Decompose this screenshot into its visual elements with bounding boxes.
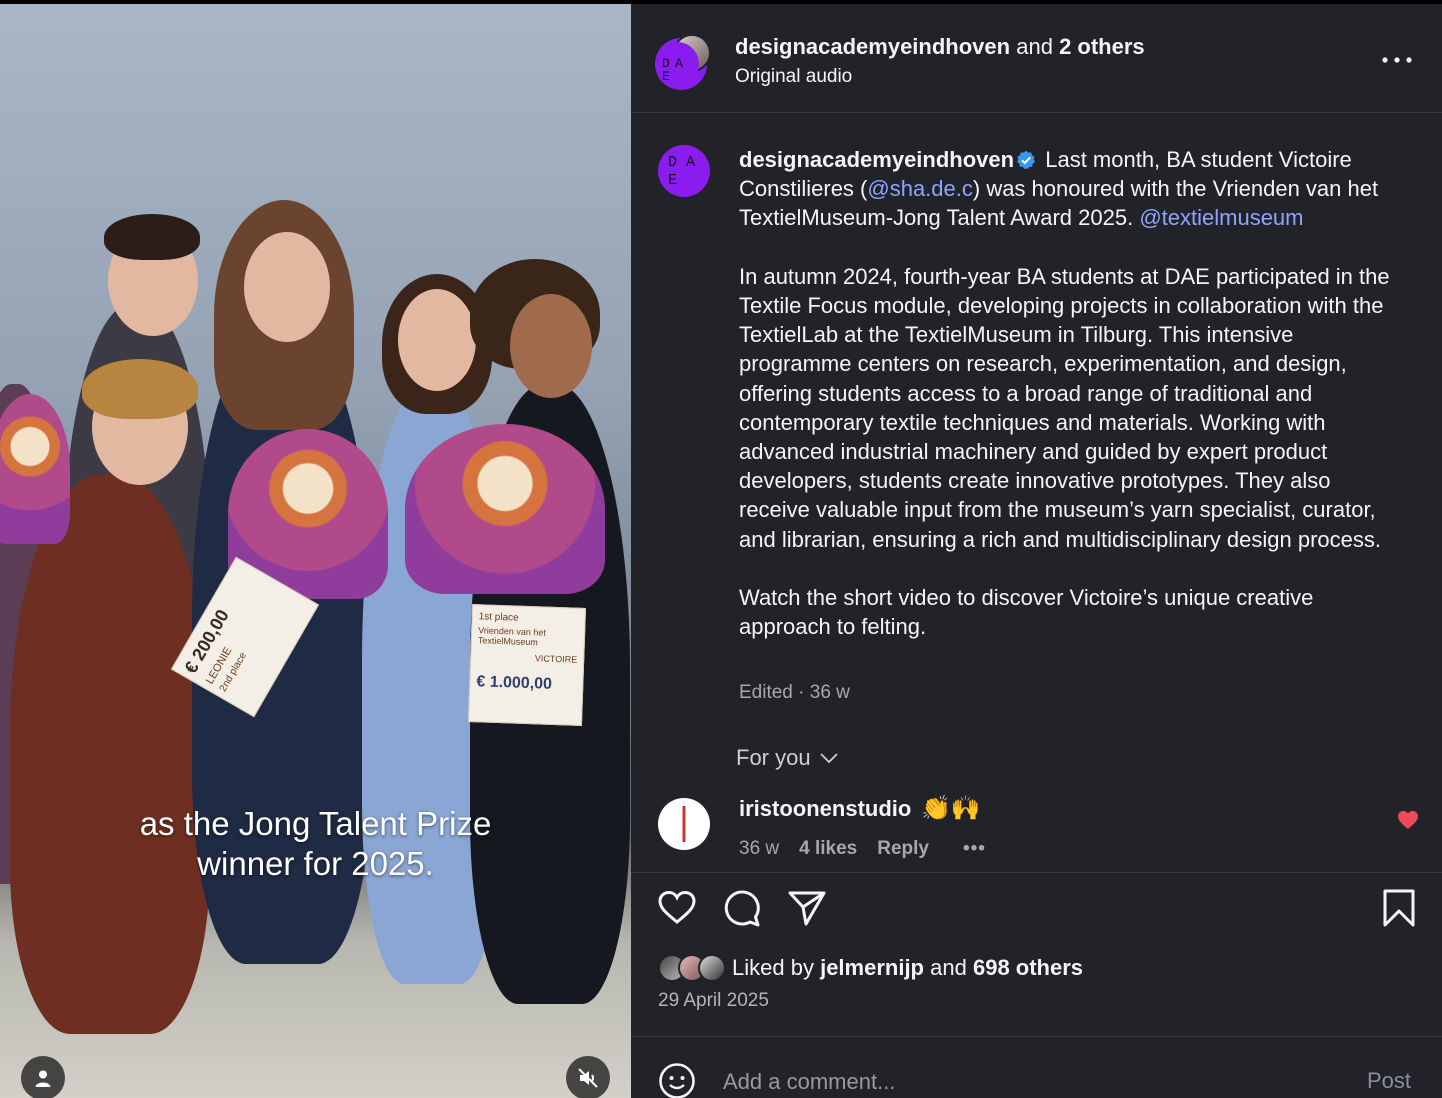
comment-meta: 36 w 4 likes Reply ••• xyxy=(739,838,986,860)
caption-paragraph: In autumn 2024, fourth-year BA students … xyxy=(739,263,1390,552)
person-front-left xyxy=(10,474,210,1034)
caption-username[interactable]: designacademyeindhoven xyxy=(739,147,1014,172)
caption-paragraph: Watch the short video to discover Victoi… xyxy=(739,585,1314,640)
video-subtitle: as the Jong Talent Prize winner for 2025… xyxy=(0,804,631,884)
mention-link[interactable]: @sha.de.c xyxy=(867,176,973,201)
subtitle-line: winner for 2025. xyxy=(197,845,434,882)
comment-age: 36 w xyxy=(739,838,780,859)
likes-summary: Liked by jelmernijp and 698 others xyxy=(658,954,1083,982)
hair xyxy=(104,214,200,260)
studio-logo-icon xyxy=(682,806,686,842)
header-and: and xyxy=(1016,34,1053,59)
cheque-org: Vrienden van het TextielMuseum xyxy=(477,625,547,648)
hair xyxy=(82,359,198,419)
mention-link[interactable]: @textielmuseum xyxy=(1139,205,1303,230)
post-comment-button[interactable]: Post xyxy=(1367,1068,1411,1094)
comment-liked-heart-icon[interactable] xyxy=(1397,810,1419,830)
liker-username[interactable]: jelmernijp xyxy=(820,955,924,980)
commenter-avatar[interactable] xyxy=(658,798,710,850)
comments-filter-label: For you xyxy=(736,745,811,770)
face xyxy=(510,294,592,398)
avatar-letter: A xyxy=(686,154,696,171)
user-icon xyxy=(35,1070,51,1087)
caption-paragraph: designacademyeindhoven Last month, BA st… xyxy=(739,145,1399,233)
comment-bubble-icon[interactable] xyxy=(722,888,762,928)
subtitle-line: as the Jong Talent Prize xyxy=(139,805,492,842)
audio-link[interactable]: Original audio xyxy=(735,66,852,88)
post-date[interactable]: 29 April 2025 xyxy=(658,990,769,1012)
actions-divider xyxy=(631,872,1442,873)
heart-icon[interactable] xyxy=(657,888,697,928)
reply-button[interactable]: Reply xyxy=(877,838,929,860)
send-icon[interactable] xyxy=(787,888,827,928)
comment-likes-link[interactable]: 4 likes xyxy=(799,838,857,860)
comments-filter-dropdown[interactable]: For you xyxy=(736,745,839,771)
post-details-panel: D A E D A E designacademyeindhoven and 2… xyxy=(631,4,1442,1098)
liker-avatar[interactable] xyxy=(698,954,726,982)
likes-and: and xyxy=(930,955,967,980)
face xyxy=(398,289,476,391)
cheque-amount: € 1.000,00 xyxy=(476,673,553,693)
comment-input[interactable] xyxy=(723,1066,1323,1098)
caption-avatar[interactable]: D A E xyxy=(658,145,710,197)
header-accounts[interactable]: designacademyeindhoven and 2 others xyxy=(735,34,1145,60)
comment-text: 👏🙌 xyxy=(921,794,981,822)
avatar-letter: E xyxy=(662,69,670,84)
more-options-button[interactable] xyxy=(1379,48,1415,72)
chevron-down-icon xyxy=(819,753,838,764)
bookmark-icon[interactable] xyxy=(1379,888,1419,928)
add-comment-bar: Post xyxy=(631,1044,1442,1098)
caption-timestamp: Edited · 36 w xyxy=(739,682,850,703)
avatar-letter: A xyxy=(675,56,683,71)
post-caption: designacademyeindhoven Last month, BA st… xyxy=(739,145,1399,641)
commenter-username[interactable]: iristoonenstudio xyxy=(739,796,911,822)
bouquet xyxy=(0,394,70,544)
avatar-letter: E xyxy=(668,172,678,189)
avatar-letter: D xyxy=(668,154,678,171)
more-horizontal-icon xyxy=(1382,57,1412,63)
comment-more-button[interactable]: ••• xyxy=(963,838,986,860)
cheque-name: VICTOIRE xyxy=(534,653,578,665)
muted-speaker-icon xyxy=(578,1068,598,1088)
header-divider xyxy=(631,112,1442,113)
video-player[interactable]: € 200,00 LEONIE 2nd place 1st place Vrie… xyxy=(0,4,631,1098)
likes-text[interactable]: Liked by jelmernijp and 698 others xyxy=(732,955,1083,981)
header-others-link[interactable]: 2 others xyxy=(1059,34,1145,59)
header-account-link[interactable]: designacademyeindhoven xyxy=(735,34,1010,59)
comment-box-divider xyxy=(631,1036,1442,1037)
bouquet xyxy=(405,424,605,594)
verified-badge-icon xyxy=(1017,150,1036,170)
face xyxy=(244,232,330,342)
likes-count-link[interactable]: 698 others xyxy=(973,955,1083,980)
tagged-users-button[interactable] xyxy=(21,1056,65,1098)
cheque-place: 1st place xyxy=(478,611,519,624)
award-cheque-right: 1st place Vrienden van het TextielMuseum… xyxy=(467,604,587,726)
header-avatar-front[interactable]: D A E xyxy=(655,42,699,86)
likes-prefix: Liked by xyxy=(732,955,814,980)
mute-toggle-button[interactable] xyxy=(566,1056,610,1098)
emoji-picker-icon[interactable] xyxy=(658,1062,696,1098)
